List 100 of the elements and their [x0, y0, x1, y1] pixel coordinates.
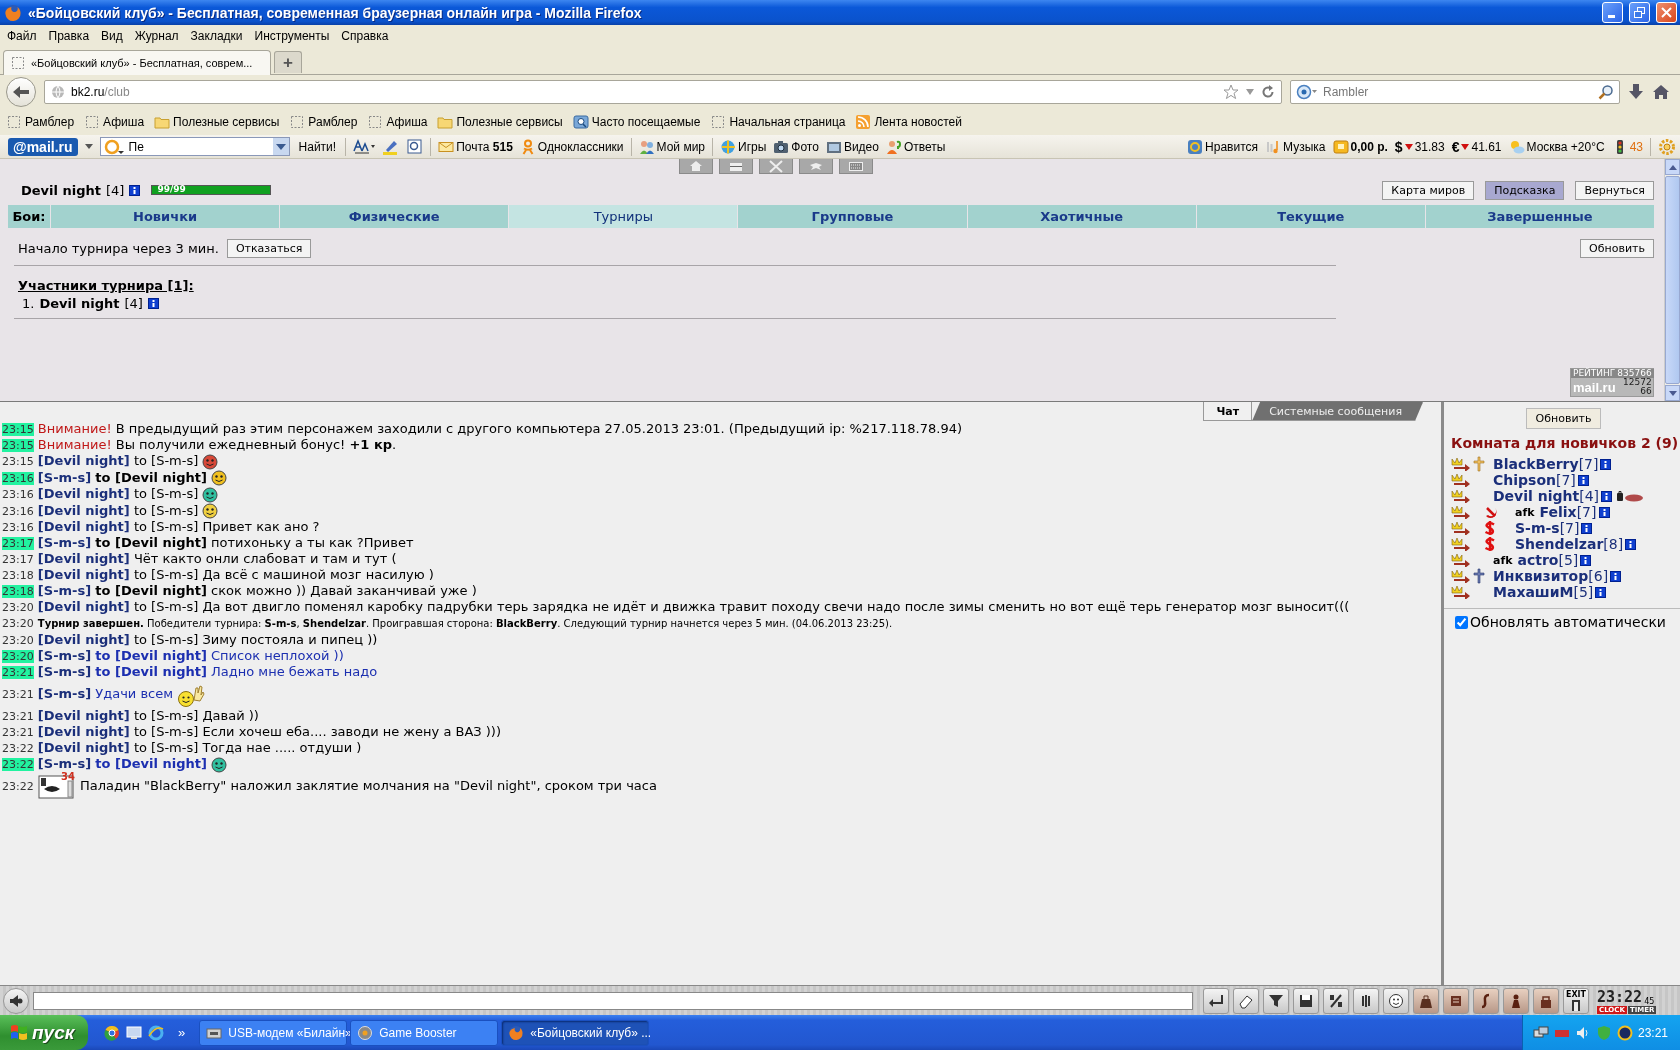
exchange-rate[interactable]: € 41.61 [1451, 138, 1502, 155]
toolbar-link[interactable]: Ответы [885, 138, 946, 155]
search-box[interactable]: Пе [99, 137, 290, 156]
recipient-name[interactable]: to [S-m-s] [133, 453, 199, 468]
toolbar-link[interactable]: Мой мир [638, 138, 705, 155]
filter-button[interactable] [1263, 987, 1289, 1014]
info-icon[interactable] [1600, 458, 1612, 470]
search-engine-icon[interactable] [1296, 84, 1318, 100]
taskbar-button[interactable]: «Бойцовский клуб» ... [501, 1019, 650, 1046]
toolbar-link[interactable]: 0,00 р. [1332, 138, 1388, 155]
fight-tab[interactable]: Групповые [737, 205, 967, 228]
exit-button[interactable]: EXIT [1563, 987, 1589, 1014]
more-button[interactable]: » [178, 1025, 186, 1040]
recipient-name[interactable]: to [Devil night] [95, 648, 207, 663]
sender-name[interactable]: [S-m-s] [37, 756, 92, 771]
nav-button[interactable]: Карта миров [1382, 180, 1475, 200]
toolbar-link[interactable]: Фото [773, 138, 819, 155]
private-arrow-icon[interactable] [1451, 489, 1471, 503]
refresh-button[interactable]: Обновить [1525, 408, 1602, 429]
private-arrow-icon[interactable] [1451, 473, 1471, 487]
bookmark[interactable]: Часто посещаемые [572, 114, 701, 130]
url-field[interactable]: bk2.ru/club [44, 80, 1282, 104]
frame-button[interactable] [407, 138, 424, 155]
user-name[interactable]: actro [1517, 552, 1559, 568]
sender-name[interactable]: [Devil night] [37, 502, 130, 518]
sender-name[interactable]: [S-m-s] [37, 664, 92, 679]
recipient-name[interactable]: to [S-m-s] [133, 740, 199, 755]
swords-button[interactable] [759, 159, 793, 174]
info-icon[interactable] [1601, 490, 1612, 502]
toolbar-link[interactable]: Нравится [1187, 138, 1259, 155]
close-button[interactable] [1656, 2, 1677, 23]
user-name[interactable]: Инквизитор [1493, 568, 1589, 584]
slash-button[interactable] [1323, 987, 1349, 1014]
sender-name[interactable]: [S-m-s] [37, 535, 92, 550]
info-icon[interactable] [1581, 522, 1593, 534]
sender-name[interactable]: [Devil night] [37, 708, 130, 723]
browser-icon[interactable] [104, 1024, 120, 1041]
sender-name[interactable]: [S-m-s] [37, 469, 92, 485]
private-arrow-icon[interactable] [1451, 537, 1471, 551]
info-icon[interactable] [1625, 538, 1637, 550]
bag-button[interactable] [1413, 987, 1439, 1014]
info-icon[interactable] [1577, 474, 1589, 486]
private-arrow-icon[interactable] [1451, 569, 1471, 583]
recipient-name[interactable]: to [S-m-s] [133, 519, 199, 534]
recipient-name[interactable]: to [Devil night] [95, 469, 207, 485]
save-button[interactable] [1293, 987, 1319, 1014]
bookmark[interactable]: Афиша [84, 114, 145, 130]
sender-name[interactable]: [S-m-s] [37, 648, 92, 663]
start-button[interactable]: пуск [0, 1015, 88, 1050]
info-icon[interactable] [1598, 506, 1610, 518]
sender-name[interactable]: [Devil night] [37, 740, 130, 755]
user-name[interactable]: S-m-s [1515, 520, 1560, 536]
wings-button[interactable] [799, 159, 833, 174]
chat-input[interactable] [33, 991, 1193, 1010]
info-icon[interactable] [1610, 570, 1622, 582]
browser-icon[interactable] [148, 1024, 164, 1041]
fight-tab[interactable]: Текущие [1195, 205, 1425, 228]
scrollbar-thumb[interactable] [1665, 176, 1680, 384]
menu-item[interactable]: Правка [42, 27, 96, 45]
sender-name[interactable]: [S-m-s] [37, 686, 92, 701]
sender-name[interactable]: [Devil night] [37, 453, 130, 468]
sender-name[interactable]: [Devil night] [37, 567, 130, 582]
recipient-name[interactable]: to [Devil night] [95, 664, 207, 679]
star-icon[interactable] [1223, 84, 1239, 100]
smiley-button[interactable] [1383, 987, 1409, 1014]
scroll-up-button[interactable] [1665, 159, 1680, 175]
user-name[interactable]: Chipson [1493, 472, 1556, 488]
scroll-button[interactable] [1443, 987, 1469, 1014]
search-icon[interactable] [1598, 84, 1614, 100]
menu-item[interactable]: Справка [335, 27, 395, 45]
private-arrow-icon[interactable] [1451, 457, 1471, 471]
menu-item[interactable]: Закладки [184, 27, 249, 45]
player-name[interactable]: Devil night [39, 296, 120, 311]
recipient-name[interactable]: to [S-m-s] [133, 567, 199, 582]
recipient-name[interactable]: to [S-m-s] [133, 724, 199, 739]
bookmark[interactable]: Рамблер [6, 114, 75, 130]
back-button[interactable] [6, 77, 36, 107]
taskbar-button[interactable]: USB-модем «Билайн» [199, 1019, 348, 1046]
toolbar-link[interactable]: Почта 515 [438, 138, 513, 155]
search-field[interactable]: Rambler [1323, 85, 1593, 99]
user-name[interactable]: МахашиМ [1493, 584, 1574, 600]
info-icon[interactable] [129, 184, 141, 196]
fight-tab[interactable]: Новички [50, 205, 280, 228]
search-box[interactable]: Rambler [1290, 80, 1620, 104]
toolbar-link[interactable]: Игры [720, 138, 767, 155]
reload-icon[interactable] [1261, 85, 1275, 99]
toolbar-link[interactable]: Видео [825, 138, 879, 155]
toolbar-link[interactable]: Музыка [1265, 138, 1326, 155]
send-button[interactable] [1203, 987, 1229, 1014]
bookmark[interactable]: Афиша [367, 114, 428, 130]
caret-icon[interactable] [1245, 88, 1255, 96]
home-button[interactable] [1652, 84, 1670, 100]
private-arrow-icon[interactable] [1451, 521, 1471, 535]
recipient-name[interactable]: to [S-m-s] [133, 599, 199, 614]
menu-item[interactable]: Журнал [128, 27, 185, 45]
house-button[interactable] [679, 159, 713, 174]
recipient-name[interactable]: to [S-m-s] [133, 486, 199, 501]
info-icon[interactable] [1580, 554, 1592, 566]
taskbar-button[interactable]: Game Booster [350, 1019, 499, 1046]
private-arrow-icon[interactable] [1451, 505, 1471, 519]
